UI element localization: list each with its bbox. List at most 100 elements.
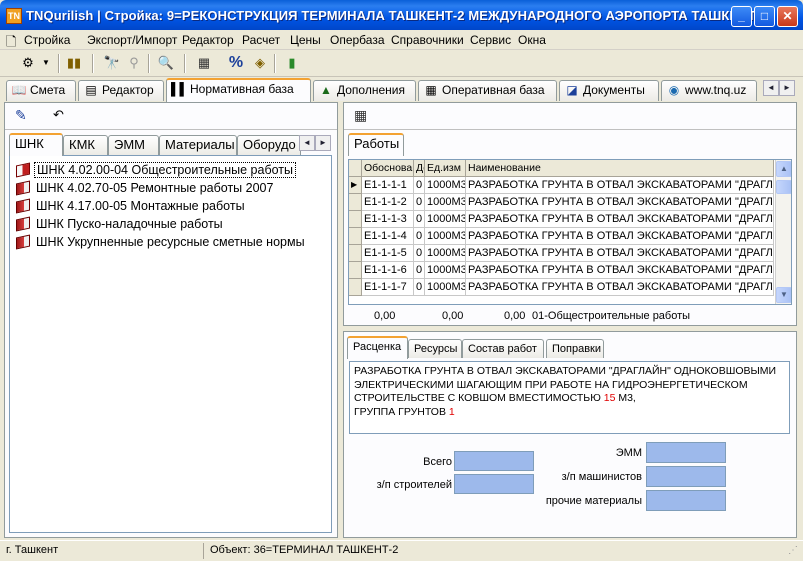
grid-column-header[interactable]: Ед.изм <box>425 160 466 177</box>
maximize-button[interactable]: □ <box>754 6 775 27</box>
tab-smeta[interactable]: 📖 Смета <box>6 80 76 101</box>
grid-column-header[interactable]: Дол <box>414 160 425 177</box>
calculator-icon[interactable]: ▦ <box>194 54 214 72</box>
grid-cell[interactable]: РАЗРАБОТКА ГРУНТА В ОТВАЛ ЭКСКАВАТОРАМИ … <box>466 279 774 296</box>
grid-cell[interactable]: 1000М3 <box>425 262 466 279</box>
row-indicator[interactable] <box>349 211 362 228</box>
row-indicator[interactable] <box>349 262 362 279</box>
tab-resources[interactable]: Ресурсы <box>408 339 462 358</box>
tab-editor[interactable]: ▤ Редактор <box>78 80 164 101</box>
grid-cell[interactable]: 1000М3 <box>425 194 466 211</box>
tab-works[interactable]: Работы <box>348 133 404 156</box>
row-indicator[interactable] <box>349 194 362 211</box>
grid-cell[interactable]: Е1-1-1-3 <box>362 211 414 228</box>
scroll-thumb[interactable] <box>776 180 791 194</box>
subtabs-left-icon[interactable]: ◄ <box>299 135 315 151</box>
grid-cell[interactable]: 1000М3 <box>425 245 466 262</box>
grid-cell[interactable]: 0 <box>414 279 425 296</box>
grid-cell[interactable]: Е1-1-1-7 <box>362 279 414 296</box>
files-icon[interactable]: ▮▮ <box>64 54 84 72</box>
grid-cell[interactable]: 0 <box>414 245 425 262</box>
find-icon[interactable]: 🔍 <box>156 54 176 72</box>
resize-grip-icon[interactable]: ⋰ <box>788 545 798 556</box>
menu-stroika[interactable]: Стройка <box>24 33 70 47</box>
binoculars-next-icon[interactable]: ⚲ <box>124 54 144 72</box>
tree-item[interactable]: ШНК 4.02.00-04 Общестроительные работы <box>16 162 297 180</box>
tab-equipment[interactable]: Оборудо <box>237 135 301 155</box>
tabs-scroll-right-icon[interactable]: ► <box>779 80 795 96</box>
other-materials-field[interactable] <box>646 490 726 511</box>
tab-normative-base[interactable]: ▌▌ Нормативная база <box>166 78 311 102</box>
row-indicator[interactable] <box>349 228 362 245</box>
grid-cell[interactable]: РАЗРАБОТКА ГРУНТА В ОТВАЛ ЭКСКАВАТОРАМИ … <box>466 262 774 279</box>
grid-cell[interactable]: 1000М3 <box>425 211 466 228</box>
dropdown-arrow-icon[interactable]: ▼ <box>36 54 56 72</box>
tree-item[interactable]: ШНК 4.17.00-05 Монтажные работы <box>16 198 247 216</box>
menu-windows[interactable]: Окна <box>518 33 546 47</box>
minimize-button[interactable]: _ <box>731 6 752 27</box>
grid-cell[interactable]: Е1-1-1-4 <box>362 228 414 245</box>
scroll-up-icon[interactable]: ▲ <box>776 161 791 177</box>
tab-emm[interactable]: ЭММ <box>108 135 159 155</box>
menu-service[interactable]: Сервис <box>470 33 511 47</box>
grid-cell[interactable]: 1000М3 <box>425 177 466 194</box>
close-button[interactable]: ✕ <box>777 6 798 27</box>
grid-cell[interactable]: РАЗРАБОТКА ГРУНТА В ОТВАЛ ЭКСКАВАТОРАМИ … <box>466 194 774 211</box>
tab-shnk[interactable]: ШНК <box>9 133 63 156</box>
edit-norm-icon[interactable]: ✎ <box>15 107 27 124</box>
tab-rate[interactable]: Расценка <box>347 336 408 359</box>
tab-additions[interactable]: ▲ Дополнения <box>313 80 416 101</box>
works-grid-scrollbar[interactable]: ▲ ▼ <box>775 160 791 304</box>
grid-cell[interactable]: 0 <box>414 211 425 228</box>
binoculars-icon[interactable]: 🔭 <box>102 54 122 72</box>
tab-kmk[interactable]: КМК <box>63 135 108 155</box>
grid-cell[interactable]: 1000М3 <box>425 228 466 245</box>
tab-documents[interactable]: ◪ Документы <box>559 80 659 101</box>
tab-operative-base[interactable]: ▦ Оперативная база <box>418 80 557 101</box>
tree-item[interactable]: ШНК 4.02.70-05 Ремонтные работы 2007 <box>16 180 275 198</box>
grid-cell[interactable]: 0 <box>414 194 425 211</box>
app-icon[interactable]: TN <box>6 8 22 24</box>
grid-cell[interactable]: РАЗРАБОТКА ГРУНТА В ОТВАЛ ЭКСКАВАТОРАМИ … <box>466 177 774 194</box>
calculator-edit-icon[interactable]: ▦ <box>354 107 367 124</box>
tree-item[interactable]: ШНК Пуско-наладочные работы <box>16 216 225 234</box>
settings-gear-icon[interactable]: ⚙ <box>18 54 38 72</box>
grid-column-header[interactable]: Наименование <box>466 160 774 177</box>
tag-icon[interactable]: ◈ <box>250 54 270 72</box>
tab-work-composition[interactable]: Состав работ <box>462 339 544 358</box>
grid-cell[interactable]: Е1-1-1-1 <box>362 177 414 194</box>
tree-item[interactable]: ШНК Укрупненные ресурсные сметные нормы <box>16 234 307 252</box>
undo-icon[interactable]: ↶ <box>53 107 64 123</box>
machinists-wage-field[interactable] <box>646 466 726 487</box>
subtabs-right-icon[interactable]: ► <box>315 135 331 151</box>
menu-operbase[interactable]: Опербаза <box>330 33 385 47</box>
grid-cell[interactable]: 0 <box>414 228 425 245</box>
tab-corrections[interactable]: Поправки <box>546 339 604 358</box>
menu-calc[interactable]: Расчет <box>242 33 280 47</box>
grid-cell[interactable]: РАЗРАБОТКА ГРУНТА В ОТВАЛ ЭКСКАВАТОРАМИ … <box>466 245 774 262</box>
emm-field[interactable] <box>646 442 726 463</box>
menu-export-import[interactable]: Экспорт/Импорт <box>87 33 177 47</box>
row-indicator[interactable]: ▶ <box>349 177 362 194</box>
title-bar[interactable]: TN TNQurilish | Стройка: 9=РЕКОНСТРУКЦИЯ… <box>0 0 803 30</box>
grid-cell[interactable]: Е1-1-1-2 <box>362 194 414 211</box>
tab-materials[interactable]: Материалы <box>159 135 237 155</box>
grid-column-header[interactable]: Обосновани <box>362 160 414 177</box>
grid-cell[interactable]: 0 <box>414 262 425 279</box>
percent-icon[interactable]: % <box>226 54 246 72</box>
grid-cell[interactable]: Е1-1-1-6 <box>362 262 414 279</box>
grid-cell[interactable]: РАЗРАБОТКА ГРУНТА В ОТВАЛ ЭКСКАВАТОРАМИ … <box>466 211 774 228</box>
total-field[interactable] <box>454 451 534 471</box>
grid-cell[interactable]: 0 <box>414 177 425 194</box>
row-indicator[interactable] <box>349 279 362 296</box>
menu-prices[interactable]: Цены <box>290 33 321 47</box>
exit-door-icon[interactable]: ▮ <box>282 54 302 72</box>
row-indicator[interactable] <box>349 245 362 262</box>
grid-cell[interactable]: 1000М3 <box>425 279 466 296</box>
scroll-down-icon[interactable]: ▼ <box>776 287 791 303</box>
builders-wage-field[interactable] <box>454 474 534 494</box>
grid-cell[interactable]: Е1-1-1-5 <box>362 245 414 262</box>
tabs-scroll-left-icon[interactable]: ◄ <box>763 80 779 96</box>
grid-cell[interactable]: РАЗРАБОТКА ГРУНТА В ОТВАЛ ЭКСКАВАТОРАМИ … <box>466 228 774 245</box>
menu-editor[interactable]: Редактор <box>182 33 234 47</box>
